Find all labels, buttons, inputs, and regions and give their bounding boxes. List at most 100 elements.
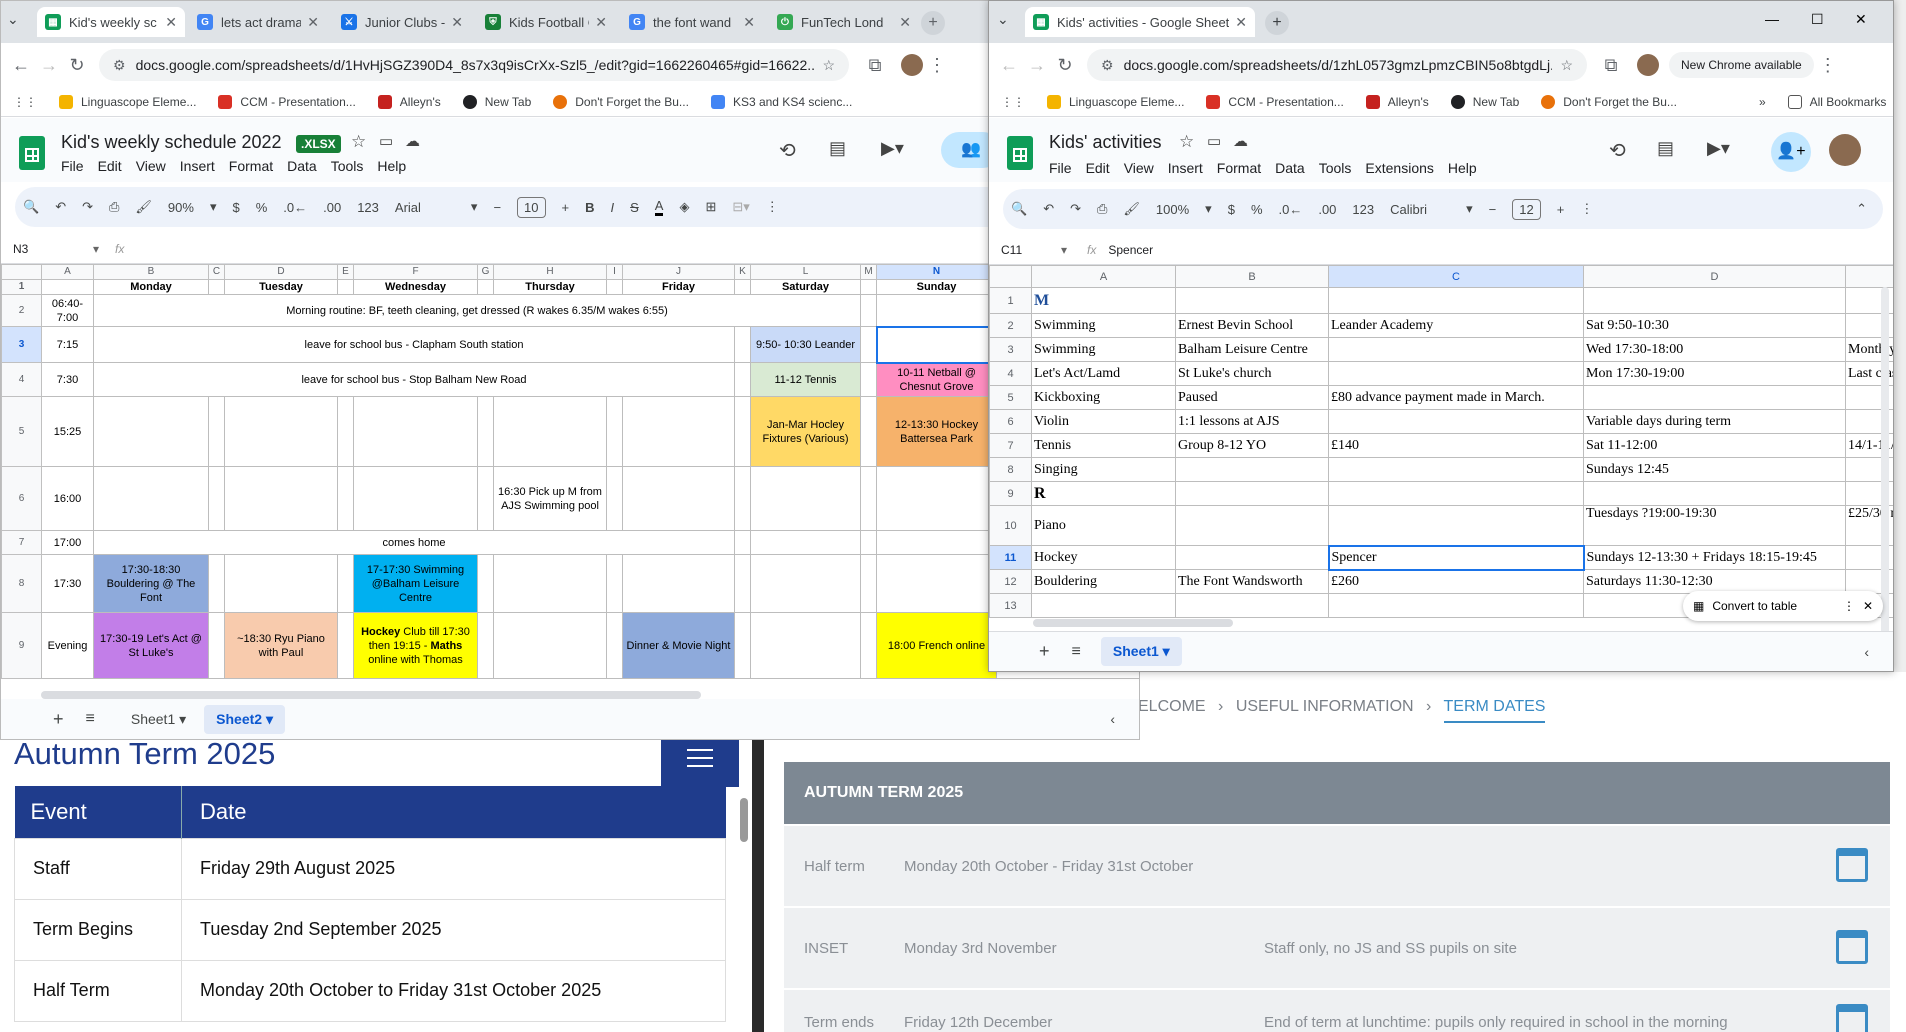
tab-sheet1[interactable]: Sheet1 ▾ — [119, 705, 198, 734]
sheet-cell[interactable]: Balham Leisure Centre — [1175, 337, 1329, 362]
sheet-cell[interactable]: Saturdays 11:30-12:30 — [1583, 569, 1846, 594]
cell[interactable] — [622, 554, 735, 613]
selected-cell[interactable] — [875, 325, 998, 364]
account-avatar[interactable] — [1829, 134, 1861, 166]
back-icon[interactable]: ← — [995, 55, 1023, 76]
new-tab-button[interactable]: + — [1265, 11, 1289, 35]
column-header[interactable]: C — [208, 264, 225, 280]
column-header[interactable]: E — [337, 264, 354, 280]
column-header[interactable]: G — [477, 264, 494, 280]
cell[interactable] — [606, 279, 623, 295]
column-header[interactable]: D — [224, 264, 338, 280]
print-icon[interactable]: ⎙ — [1097, 201, 1107, 217]
menu-tools[interactable]: Tools — [331, 158, 364, 174]
font-size-input[interactable]: 10 — [517, 196, 546, 218]
new-tab-button[interactable]: + — [921, 11, 945, 35]
meet-icon[interactable]: ▶▾ — [1707, 138, 1730, 159]
cell[interactable] — [860, 279, 877, 295]
meet-icon[interactable]: ▶▾ — [881, 138, 904, 159]
cell[interactable] — [224, 466, 338, 531]
undo-icon[interactable]: ↶ — [1043, 201, 1054, 217]
all-bookmarks-folder[interactable]: All Bookmarks — [1787, 94, 1886, 109]
sheet-cell[interactable]: Swimming — [1031, 313, 1176, 338]
cell[interactable] — [860, 554, 877, 613]
close-icon[interactable]: ✕ — [899, 14, 911, 31]
cell[interactable] — [622, 396, 735, 467]
sheet-cell[interactable]: 1:1 lessons at AJS — [1175, 409, 1329, 434]
menu-view[interactable]: View — [136, 158, 166, 174]
sheets-logo-icon[interactable] — [19, 136, 45, 170]
cell[interactable] — [606, 554, 623, 613]
name-box[interactable]: C11 — [1001, 243, 1061, 257]
row-header[interactable]: 2 — [989, 313, 1032, 338]
back-icon[interactable]: ← — [7, 55, 35, 76]
column-header[interactable]: L — [750, 264, 861, 280]
cell[interactable] — [337, 396, 354, 467]
sheet-cell[interactable] — [1583, 287, 1846, 314]
cell[interactable] — [224, 554, 338, 613]
collapse-icon[interactable]: ‹ — [1864, 644, 1869, 660]
comments-icon[interactable]: ▤ — [829, 138, 846, 159]
column-header[interactable]: C — [1328, 265, 1584, 288]
increase-decimal-button[interactable]: .00 — [1318, 202, 1336, 217]
add-sheet-button[interactable]: + — [1039, 641, 1050, 662]
sheet-cell[interactable]: R — [1031, 481, 1176, 506]
fill-color-icon[interactable]: ◈ — [679, 199, 689, 215]
merge-cells-icon[interactable]: ⊟▾ — [732, 199, 749, 215]
font-size-input[interactable]: 12 — [1512, 198, 1541, 220]
column-header[interactable]: N — [876, 264, 997, 280]
profile-avatar[interactable] — [1637, 54, 1659, 76]
close-icon[interactable]: ✕ — [595, 14, 607, 31]
zoom-select[interactable]: 90% — [168, 200, 194, 215]
sheet-cell[interactable] — [1175, 457, 1329, 482]
schedule-cell[interactable]: 17:30-19 Let's Act @ St Luke's — [93, 612, 209, 679]
all-sheets-button[interactable]: ≡ — [86, 710, 95, 728]
minimize-button[interactable]: — — [1765, 11, 1779, 27]
row-header[interactable]: 1 — [1, 279, 42, 295]
cell[interactable] — [93, 466, 209, 531]
schedule-cell[interactable]: Morning routine: BF, teeth cleaning, get… — [93, 294, 861, 327]
column-header[interactable]: D — [1583, 265, 1846, 288]
browser-tab[interactable]: ⛨ Kids Football C ✕ — [477, 7, 615, 37]
cell[interactable] — [224, 396, 338, 467]
cell[interactable] — [477, 466, 494, 531]
schedule-cell[interactable]: Hockey Club till 17:30 then 19:15 - Math… — [353, 612, 478, 679]
menu-format[interactable]: Format — [1217, 160, 1261, 176]
cell[interactable] — [93, 396, 209, 467]
row-header[interactable]: 6 — [1, 466, 42, 531]
undo-icon[interactable]: ↶ — [55, 199, 66, 215]
close-icon[interactable]: ✕ — [743, 14, 755, 31]
time-cell[interactable]: 06:40-7:00 — [41, 294, 94, 327]
sheet-cell[interactable]: St Luke's church — [1175, 361, 1329, 386]
menu-data[interactable]: Data — [1275, 160, 1305, 176]
bookmark-item[interactable]: CCM - Presentation... — [218, 94, 356, 109]
update-chrome-button[interactable]: New Chrome available — [1669, 52, 1814, 78]
decrease-decimal-button[interactable]: .0← — [1279, 202, 1303, 217]
cell[interactable] — [493, 554, 607, 613]
cell[interactable] — [734, 554, 751, 613]
more-bookmarks-icon[interactable]: » — [1759, 95, 1766, 109]
maximize-button[interactable]: ☐ — [1811, 11, 1824, 28]
menu-edit[interactable]: Edit — [98, 158, 122, 174]
column-header[interactable]: B — [93, 264, 209, 280]
cell[interactable] — [606, 612, 623, 679]
cell[interactable] — [606, 466, 623, 531]
more-formats-button[interactable]: 123 — [357, 200, 379, 215]
row-header[interactable]: 8 — [1, 554, 42, 613]
tab-search-button[interactable]: ⌄ — [997, 11, 1009, 28]
collapse-icon[interactable]: ‹ — [1110, 711, 1115, 727]
cell[interactable] — [493, 396, 607, 467]
sheet-cell[interactable]: Violin — [1031, 409, 1176, 434]
sheets-logo-icon[interactable] — [1007, 136, 1033, 170]
share-button[interactable]: 👤+ — [1771, 132, 1811, 172]
sheet-cell[interactable] — [1328, 481, 1584, 506]
sheet-cell[interactable] — [1328, 593, 1584, 618]
cell[interactable] — [860, 294, 877, 327]
sheet-cell[interactable] — [1328, 361, 1584, 386]
sheet-cell[interactable]: Paused — [1175, 385, 1329, 410]
schedule-cell[interactable]: 12-13:30 Hockey Battersea Park — [876, 396, 997, 467]
schedule-cell[interactable]: leave for school bus - Clapham South sta… — [93, 326, 735, 363]
browser-tab[interactable]: Glets act drama ✕ — [189, 7, 327, 37]
bookmark-star-icon[interactable]: ☆ — [814, 57, 835, 74]
sheet-cell[interactable] — [1175, 593, 1329, 618]
